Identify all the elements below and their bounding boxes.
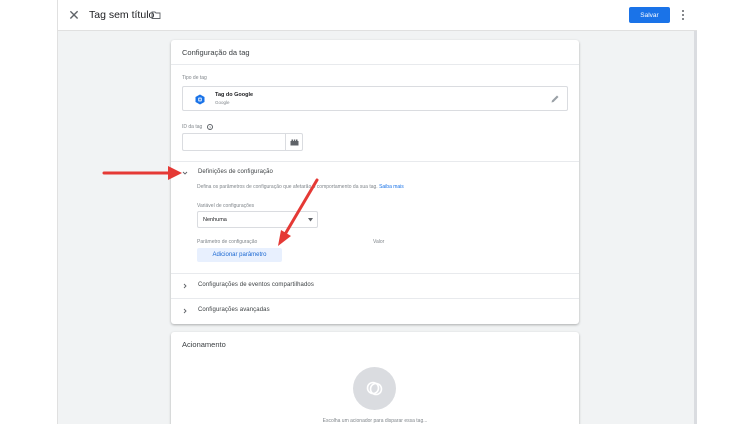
editor-frame: ✕ Tag sem título Salvar Configuração da …: [57, 0, 697, 424]
advanced-settings-toggle[interactable]: Configurações avançadas: [182, 307, 568, 319]
tag-type-label: Tipo de tag: [182, 75, 207, 81]
caret-down-icon: [308, 218, 313, 222]
trigger-icon: [366, 381, 383, 396]
chevron-right-icon: [183, 308, 187, 314]
variable-picker-button[interactable]: [285, 133, 303, 151]
chevron-right-icon: [183, 283, 187, 289]
triggering-card: Acionamento Escolha um acionador para di…: [171, 332, 579, 424]
config-variable-value: Nenhuma: [203, 217, 227, 223]
tag-type-name: Tag do Google: [215, 92, 254, 98]
help-icon[interactable]: ?: [207, 124, 213, 130]
value-column-label: Valor: [373, 239, 385, 245]
tag-title[interactable]: Tag sem título: [89, 9, 154, 21]
tag-configuration-card: Configuração da tag Tipo de tag Tag do G…: [171, 40, 579, 324]
add-parameter-button[interactable]: Adicionar parâmetro: [197, 248, 282, 262]
shared-events-label: Configurações de eventos compartilhados: [198, 282, 314, 288]
tag-id-label: ID da tag: [182, 124, 203, 130]
trigger-hint: Escolha um acionador para disparar essa …: [322, 418, 428, 424]
save-button[interactable]: Salvar: [629, 7, 670, 23]
more-vert-icon[interactable]: [679, 8, 687, 22]
config-settings-label: Definições de configuração: [198, 169, 273, 175]
card-title: Configuração da tag: [182, 48, 250, 57]
divider: [171, 273, 579, 274]
tag-id-input[interactable]: [182, 133, 285, 151]
config-settings-description: Defina os parâmetros de configuração que…: [197, 184, 404, 190]
tag-type-subtitle: Google: [215, 100, 230, 105]
divider: [171, 298, 579, 299]
advanced-settings-label: Configurações avançadas: [198, 307, 270, 313]
folder-icon[interactable]: [151, 10, 161, 20]
shared-events-toggle[interactable]: Configurações de eventos compartilhados: [182, 282, 568, 294]
config-parameter-label: Parâmetro de configuração: [197, 239, 258, 245]
learn-more-link[interactable]: Saiba mais: [379, 184, 404, 190]
google-tag-icon: [195, 94, 205, 105]
divider: [171, 161, 579, 162]
add-trigger-button[interactable]: [353, 367, 396, 410]
tag-type-selector[interactable]: Tag do Google Google: [182, 86, 568, 111]
config-variable-select[interactable]: Nenhuma: [197, 211, 318, 228]
close-icon[interactable]: ✕: [67, 8, 81, 22]
variable-brick-icon: [290, 139, 299, 146]
chevron-down-icon: [182, 171, 188, 175]
config-variable-label: Variável de configurações: [197, 203, 255, 209]
triggering-title: Acionamento: [182, 340, 226, 349]
top-bar: ✕ Tag sem título Salvar: [58, 0, 697, 31]
scrollbar[interactable]: [694, 31, 697, 424]
config-settings-toggle[interactable]: Definições de configuração: [182, 169, 568, 181]
card-header: Configuração da tag: [171, 40, 579, 65]
pencil-icon[interactable]: [550, 94, 560, 104]
